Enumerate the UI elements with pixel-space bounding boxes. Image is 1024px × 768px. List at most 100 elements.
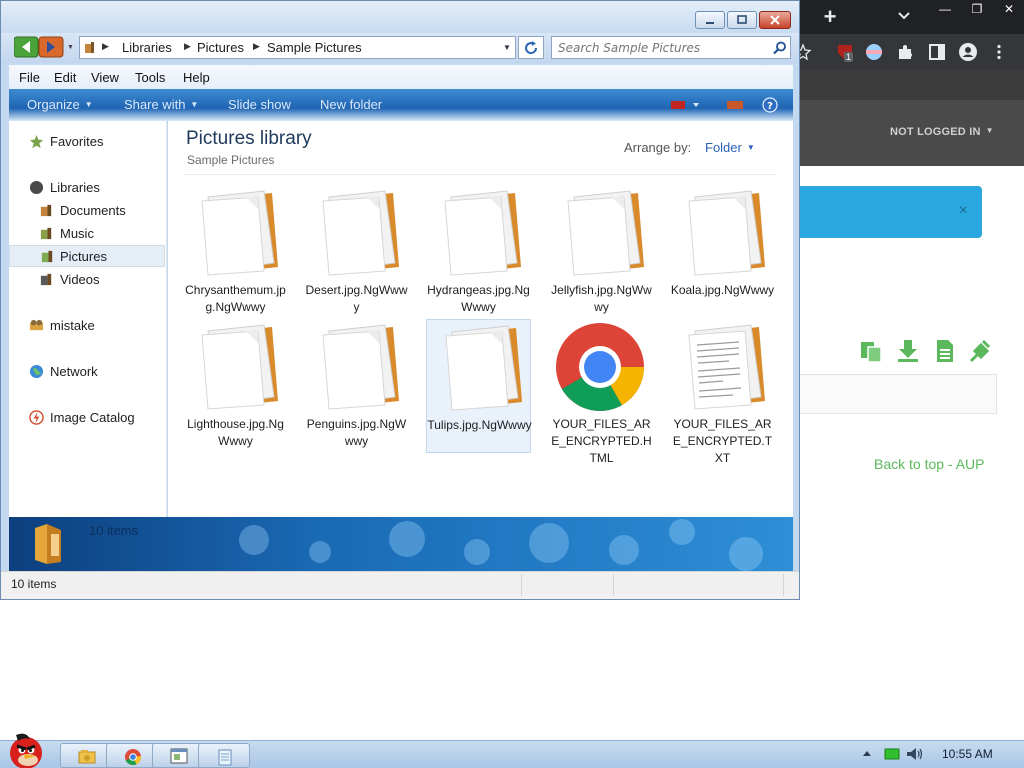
pictures-library-icon xyxy=(41,250,53,263)
nav-network[interactable]: Network xyxy=(21,361,161,383)
taskbar-chrome-button[interactable] xyxy=(106,743,158,768)
browser-restore-button[interactable]: ❐ xyxy=(962,0,992,18)
nav-videos[interactable]: Videos xyxy=(21,269,161,291)
file-name-label: YOUR_FILES_ARE_ENCRYPTED.HTML xyxy=(551,417,652,465)
navigation-pane: Favorites Libraries Documents Music Pict… xyxy=(9,121,167,517)
file-item[interactable]: Desert.jpg.NgWwwy xyxy=(304,185,409,319)
nav-mistake-label: mistake xyxy=(50,318,95,333)
preview-pane-icon[interactable] xyxy=(726,98,744,112)
nav-documents[interactable]: Documents xyxy=(21,200,161,222)
ublock-extension-icon[interactable]: 1 xyxy=(836,43,854,62)
login-status-menu[interactable]: NOT LOGGED IN ▼ xyxy=(890,126,994,138)
network-status-icon[interactable] xyxy=(884,747,900,761)
profile-avatar-icon[interactable] xyxy=(959,43,977,61)
nav-pictures[interactable]: Pictures xyxy=(9,245,165,267)
recent-pages-dropdown-icon[interactable]: ▼ xyxy=(67,44,74,51)
breadcrumb-libraries[interactable]: Libraries xyxy=(122,40,172,55)
address-bar[interactable]: ▶ Libraries ▶ Pictures ▶ Sample Pictures… xyxy=(79,36,516,59)
browser-minimize-button[interactable]: — xyxy=(930,0,960,18)
menu-tools[interactable]: Tools xyxy=(135,70,165,85)
nav-favorites[interactable]: Favorites xyxy=(21,131,161,153)
taskbar-explorer-button[interactable] xyxy=(60,743,112,768)
site-header: NOT LOGGED IN ▼ xyxy=(790,100,1024,166)
plugin-plug-icon[interactable] xyxy=(968,338,994,364)
breadcrumb-separator[interactable]: ▶ xyxy=(184,41,191,52)
file-item[interactable]: Hydrangeas.jpg.NgWwwy xyxy=(426,185,531,319)
extensions-puzzle-icon[interactable] xyxy=(896,43,914,61)
colored-circle-extension-icon[interactable] xyxy=(865,43,883,61)
search-input[interactable] xyxy=(558,39,763,56)
nav-favorites-label: Favorites xyxy=(50,134,104,149)
window-title-bar[interactable] xyxy=(1,1,799,33)
blank-file-icon xyxy=(445,325,522,411)
volume-speaker-icon[interactable] xyxy=(906,747,924,761)
alert-close-icon[interactable]: × xyxy=(959,202,968,220)
breadcrumb-separator[interactable]: ▶ xyxy=(253,41,260,52)
file-name-label: Tulips.jpg.NgWwwy xyxy=(427,418,532,432)
taskbar-clock[interactable]: 10:55 AM xyxy=(942,747,993,761)
tab-search-chevron-icon[interactable] xyxy=(896,7,912,23)
status-bar: 10 items xyxy=(1,571,799,599)
document-icon[interactable] xyxy=(932,338,958,364)
status-item-count: 10 items xyxy=(11,577,57,591)
new-tab-button[interactable]: + xyxy=(818,4,842,30)
copy-icon[interactable] xyxy=(858,338,884,364)
site-input-bar[interactable] xyxy=(790,374,997,414)
back-arrow-icon[interactable] xyxy=(14,36,64,58)
aup-link[interactable]: AUP xyxy=(956,456,985,472)
file-item[interactable]: Penguins.jpg.NgWwwy xyxy=(304,319,409,453)
nav-music[interactable]: Music xyxy=(21,223,161,245)
close-button[interactable] xyxy=(759,11,791,29)
change-view-icon[interactable] xyxy=(670,98,700,112)
breadcrumb-separator[interactable]: ▶ xyxy=(102,41,109,52)
menu-edit[interactable]: Edit xyxy=(54,70,76,85)
browser-menu-dots-icon[interactable] xyxy=(990,43,1008,61)
menu-help[interactable]: Help xyxy=(183,70,210,85)
help-icon[interactable]: ? xyxy=(762,97,778,113)
breadcrumb-pictures[interactable]: Pictures xyxy=(197,40,244,55)
file-item[interactable]: Chrysanthemum.jpg.NgWwwy xyxy=(183,185,288,319)
slide-show-button[interactable]: Slide show xyxy=(228,97,291,112)
minimize-button[interactable] xyxy=(695,11,725,29)
nav-image-catalog[interactable]: Image Catalog xyxy=(21,407,161,429)
file-item[interactable]: Koala.jpg.NgWwwy xyxy=(670,185,775,319)
nav-libraries[interactable]: Libraries xyxy=(21,177,161,199)
taskbar-window-button[interactable] xyxy=(152,743,204,768)
favorites-star-icon xyxy=(29,134,44,149)
share-with-dropdown-icon: ▼ xyxy=(190,100,199,109)
show-hidden-icons-icon[interactable] xyxy=(862,747,872,761)
file-item[interactable]: Tulips.jpg.NgWwwy xyxy=(426,319,532,453)
breadcrumb-sample-pictures[interactable]: Sample Pictures xyxy=(267,40,362,55)
music-library-icon xyxy=(40,227,52,240)
documents-library-icon xyxy=(40,204,52,217)
file-item[interactable]: YOUR_FILES_ARE_ENCRYPTED.TXT xyxy=(670,319,775,465)
text-document-icon xyxy=(688,324,765,410)
extension-badge: 1 xyxy=(844,52,854,62)
search-box[interactable] xyxy=(551,36,791,59)
nav-mistake[interactable]: mistake xyxy=(21,315,161,337)
start-button-angry-bird-icon[interactable] xyxy=(2,729,54,768)
taskbar-notepad-button[interactable] xyxy=(198,743,250,768)
address-dropdown-icon[interactable]: ▼ xyxy=(503,43,511,52)
address-row: ▼ ▶ Libraries ▶ Pictures ▶ Sample Pictur… xyxy=(1,33,799,63)
new-folder-button[interactable]: New folder xyxy=(320,97,382,112)
file-item[interactable]: YOUR_FILES_ARE_ENCRYPTED.HTML xyxy=(549,319,654,465)
share-with-button[interactable]: Share with ▼ xyxy=(124,97,198,112)
maximize-button[interactable] xyxy=(727,11,757,29)
explorer-window: ▼ ▶ Libraries ▶ Pictures ▶ Sample Pictur… xyxy=(0,0,800,600)
blank-file-icon xyxy=(567,190,644,276)
browser-close-button[interactable]: ✕ xyxy=(994,0,1024,18)
side-panel-icon[interactable] xyxy=(928,43,946,61)
user-folder-icon xyxy=(29,319,44,331)
nav-music-label: Music xyxy=(60,226,94,241)
file-item[interactable]: Lighthouse.jpg.NgWwwy xyxy=(183,319,288,453)
search-icon[interactable] xyxy=(773,41,787,55)
organize-button[interactable]: Organize ▼ xyxy=(27,97,93,112)
refresh-button[interactable] xyxy=(518,36,544,59)
menu-view[interactable]: View xyxy=(91,70,119,85)
file-item[interactable]: Jellyfish.jpg.NgWwwy xyxy=(549,185,654,319)
menu-file[interactable]: File xyxy=(19,70,40,85)
back-to-top-link[interactable]: Back to top xyxy=(874,456,944,472)
arrange-by-dropdown[interactable]: Folder ▼ xyxy=(705,140,755,155)
download-icon[interactable] xyxy=(895,338,921,364)
